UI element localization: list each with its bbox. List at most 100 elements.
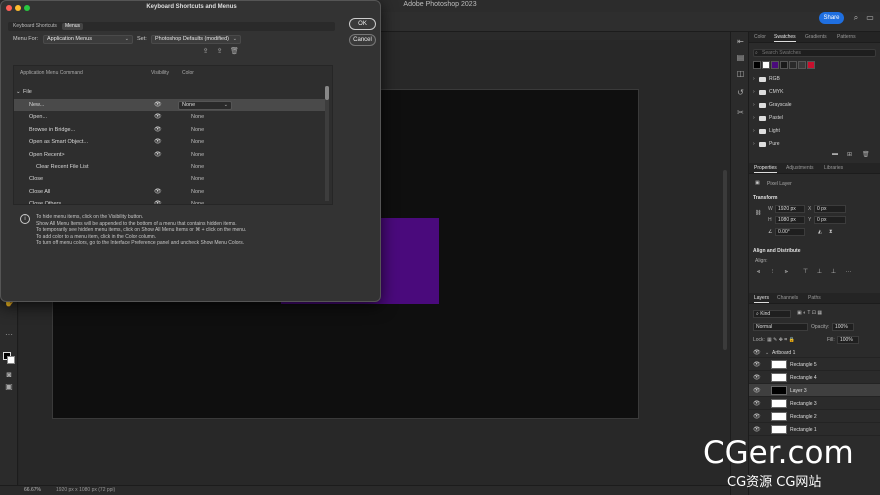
height-field[interactable]: 1080 px bbox=[775, 216, 805, 224]
menu-item-row[interactable]: Close Others 👁 None bbox=[14, 198, 326, 204]
color-swatch[interactable] bbox=[762, 61, 770, 69]
color-swatch[interactable] bbox=[789, 61, 797, 69]
chevron-right-icon[interactable]: › bbox=[753, 102, 755, 108]
menu-item-row[interactable]: New... 👁 None ⌄ bbox=[14, 99, 326, 111]
tab-swatches[interactable]: Swatches bbox=[774, 34, 796, 42]
color-swatch[interactable] bbox=[771, 61, 779, 69]
chevron-right-icon[interactable]: › bbox=[753, 141, 755, 147]
layer-comps-icon[interactable]: ◫ bbox=[735, 68, 746, 79]
layer-row[interactable]: 👁 Rectangle 5 bbox=[749, 358, 880, 371]
flip-horizontal-icon[interactable]: ◭ bbox=[818, 229, 822, 235]
layer-row[interactable]: 👁 Rectangle 3 bbox=[749, 397, 880, 410]
menu-item-row[interactable]: Clear Recent File List None bbox=[14, 161, 326, 173]
eye-icon[interactable]: 👁 bbox=[154, 200, 162, 204]
fill-field[interactable]: 100% bbox=[837, 336, 859, 344]
cancel-button[interactable]: Cancel bbox=[349, 34, 376, 46]
search-icon[interactable]: ⌕ bbox=[851, 13, 861, 23]
menu-item-row[interactable]: Open as Smart Object... 👁 None bbox=[14, 136, 326, 148]
chevron-right-icon[interactable]: › bbox=[753, 115, 755, 121]
align-right-icon[interactable]: ⫸ bbox=[783, 269, 790, 276]
lock-icons[interactable]: ▦ ✎ ✥ ⌗ 🔒 bbox=[767, 337, 795, 343]
menu-color-value[interactable]: None bbox=[191, 127, 204, 133]
filter-icons[interactable]: ▣ ◐ T ⊡ ▦ bbox=[797, 310, 822, 316]
tab-paths[interactable]: Paths bbox=[808, 295, 821, 301]
screen-mode-icon[interactable]: ▣ bbox=[3, 382, 15, 392]
eye-icon[interactable]: 👁 bbox=[753, 426, 761, 433]
list-scrollbar-track[interactable] bbox=[325, 86, 329, 201]
tab-patterns[interactable]: Patterns bbox=[837, 34, 856, 40]
eye-icon[interactable]: 👁 bbox=[154, 138, 162, 145]
align-bottom-icon[interactable]: ⊥ bbox=[830, 269, 837, 276]
color-swatch[interactable] bbox=[753, 61, 761, 69]
menu-item-row[interactable]: Open... 👁 None bbox=[14, 111, 326, 123]
eye-icon[interactable]: 👁 bbox=[753, 374, 761, 381]
swatch-folder-rgb[interactable]: › RGB bbox=[749, 74, 880, 86]
chevron-right-icon[interactable]: › bbox=[753, 89, 755, 95]
chevron-down-icon[interactable]: ⌄ bbox=[16, 89, 21, 95]
swatch-folder-cmyk[interactable]: › CMYK bbox=[749, 87, 880, 99]
menu-color-value[interactable]: None bbox=[191, 201, 204, 204]
tab-color[interactable]: Color bbox=[754, 34, 766, 40]
artboard-row[interactable]: 👁 ⌄ Artboard 1 bbox=[749, 347, 880, 358]
align-center-h-icon[interactable]: ⫶ bbox=[769, 269, 776, 276]
quick-mask-icon[interactable]: ◙ bbox=[3, 370, 15, 380]
align-left-icon[interactable]: ⫷ bbox=[755, 269, 762, 276]
chevron-right-icon[interactable]: › bbox=[753, 76, 755, 82]
share-button[interactable]: Share bbox=[819, 12, 844, 24]
swatch-folder-light[interactable]: › Light bbox=[749, 126, 880, 138]
eye-icon[interactable]: 👁 bbox=[753, 349, 761, 356]
menu-color-value[interactable]: None bbox=[191, 139, 204, 145]
align-top-icon[interactable]: ⊤ bbox=[802, 269, 809, 276]
background-color-swatch[interactable] bbox=[7, 356, 15, 364]
eye-icon[interactable]: 👁 bbox=[753, 387, 761, 394]
menu-item-row[interactable]: Open Recent> 👁 None bbox=[14, 149, 326, 161]
layer-filter-select[interactable]: ⌕ Kind bbox=[753, 310, 791, 318]
swatch-search-input[interactable]: Search Swatches bbox=[753, 49, 876, 57]
y-field[interactable]: 0 px bbox=[814, 216, 846, 224]
eye-icon[interactable]: 👁 bbox=[154, 101, 162, 108]
angle-field[interactable]: 0.00° bbox=[775, 228, 805, 236]
workspace-icon[interactable]: ▭ bbox=[865, 13, 875, 23]
menu-item-row[interactable]: Browse in Bridge... 👁 None bbox=[14, 124, 326, 136]
menu-color-value[interactable]: None bbox=[191, 189, 204, 195]
menu-item-row[interactable]: Close None bbox=[14, 173, 326, 185]
tab-libraries[interactable]: Libraries bbox=[824, 165, 843, 171]
eye-icon[interactable]: 👁 bbox=[154, 151, 162, 158]
menu-color-value[interactable]: None bbox=[191, 176, 204, 182]
set-select[interactable]: Photoshop Defaults (modified) ⌄ bbox=[151, 35, 241, 44]
opacity-field[interactable]: 100% bbox=[832, 323, 854, 331]
chevron-down-icon[interactable]: ⌄ bbox=[765, 350, 769, 356]
eye-icon[interactable]: 👁 bbox=[154, 188, 162, 195]
new-group-icon[interactable]: ▬ bbox=[832, 151, 838, 157]
history-icon[interactable]: ↺ bbox=[735, 87, 746, 98]
trash-icon[interactable]: 🗑 bbox=[230, 48, 239, 56]
layer-row[interactable]: 👁 Layer 3 bbox=[749, 384, 880, 397]
align-section-header[interactable]: Align and Distribute bbox=[753, 248, 801, 254]
swatch-folder-pastel[interactable]: › Pastel bbox=[749, 113, 880, 125]
vertical-scrollbar[interactable] bbox=[723, 170, 727, 350]
save-set-as-icon[interactable]: ⇪ bbox=[215, 48, 224, 56]
tab-properties[interactable]: Properties bbox=[754, 165, 777, 173]
flip-vertical-icon[interactable]: ⧗ bbox=[829, 229, 833, 235]
menu-item-row[interactable]: Close All 👁 None bbox=[14, 186, 326, 198]
tab-keyboard-shortcuts[interactable]: Keyboard Shortcuts bbox=[10, 23, 60, 30]
tab-channels[interactable]: Channels bbox=[777, 295, 798, 301]
link-icon[interactable]: ⛓ bbox=[755, 210, 761, 216]
swatch-folder-pure[interactable]: › Pure bbox=[749, 139, 880, 151]
eye-icon[interactable]: 👁 bbox=[753, 413, 761, 420]
learn-icon[interactable]: ⇤ bbox=[735, 36, 746, 47]
more-options-icon[interactable]: ··· bbox=[845, 269, 852, 276]
tab-adjustments[interactable]: Adjustments bbox=[786, 165, 814, 171]
new-swatch-icon[interactable]: ⊞ bbox=[847, 151, 852, 158]
chevron-right-icon[interactable]: › bbox=[753, 128, 755, 134]
x-field[interactable]: 0 px bbox=[814, 205, 846, 213]
list-scrollbar-thumb[interactable] bbox=[325, 86, 329, 100]
transform-section-header[interactable]: Transform bbox=[753, 195, 777, 201]
save-set-icon[interactable]: ⇪ bbox=[201, 48, 210, 56]
color-swatch[interactable] bbox=[780, 61, 788, 69]
eye-icon[interactable]: 👁 bbox=[154, 126, 162, 133]
trash-icon[interactable]: 🗑 bbox=[862, 151, 870, 158]
layer-row[interactable]: 👁 Rectangle 2 bbox=[749, 410, 880, 423]
menu-color-select[interactable]: None ⌄ bbox=[178, 101, 232, 110]
comments-icon[interactable]: ▤ bbox=[735, 52, 746, 63]
